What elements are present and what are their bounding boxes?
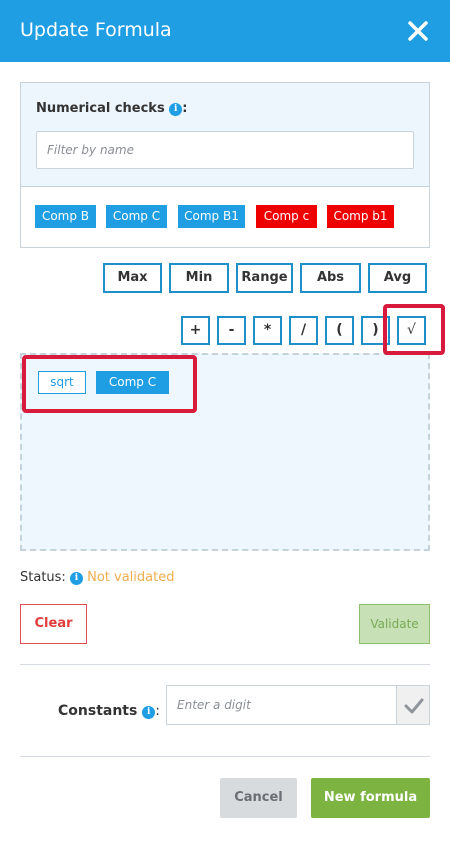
check-chip-comp-c-lower[interactable]: Comp c [256,205,317,228]
check-chip-comp-c[interactable]: Comp C [106,205,167,228]
constants-label: Constants i: [58,703,160,719]
operator-close-paren-button[interactable]: ) [361,316,390,345]
clear-button[interactable]: Clear [20,604,87,644]
add-constant-button[interactable] [396,685,430,725]
formula-token-sqrt[interactable]: sqrt [38,371,86,394]
function-range-button[interactable]: Range [236,263,293,293]
function-max-button[interactable]: Max [103,263,162,293]
numerical-checks-label-text: Numerical checks [36,101,165,116]
new-formula-button[interactable]: New formula [311,778,430,818]
operator-plus-button[interactable]: + [181,316,210,345]
status-label: Status: [20,570,66,585]
filter-by-name-input[interactable] [36,131,414,169]
divider [20,756,430,757]
function-min-button[interactable]: Min [169,263,229,293]
constants-input[interactable] [166,685,396,725]
numerical-checks-search-area: Numerical checks i: [21,83,429,187]
close-icon[interactable] [406,19,430,43]
constants-label-text: Constants [58,703,138,719]
modal-header: Update Formula [0,0,450,62]
operator-divide-button[interactable]: / [289,316,318,345]
formula-editor-area[interactable]: sqrt Comp C [20,353,430,551]
function-abs-button[interactable]: Abs [300,263,361,293]
operator-open-paren-button[interactable]: ( [325,316,354,345]
checkmark-icon [404,698,424,714]
operator-multiply-button[interactable]: * [253,316,282,345]
modal-title: Update Formula [20,19,172,41]
numerical-checks-panel: Numerical checks i: Comp B Comp C Comp B… [20,82,430,248]
status-row: Status: i Not validated [20,570,174,585]
label-colon: : [182,101,188,116]
divider [20,664,430,665]
operator-sqrt-button[interactable]: √ [397,316,426,345]
check-chip-comp-b[interactable]: Comp B [35,205,96,228]
operator-minus-button[interactable]: - [217,316,246,345]
check-chip-comp-b1-lower[interactable]: Comp b1 [327,205,394,228]
numerical-checks-label: Numerical checks i: [36,101,187,116]
status-value: Not validated [87,570,175,585]
info-icon[interactable]: i [142,706,156,719]
info-icon[interactable]: i [69,572,83,585]
cancel-button[interactable]: Cancel [220,778,297,818]
check-chip-comp-b1[interactable]: Comp B1 [178,205,245,228]
info-icon[interactable]: i [169,103,183,116]
function-avg-button[interactable]: Avg [368,263,427,293]
formula-token-comp-c[interactable]: Comp C [96,371,169,394]
label-colon: : [155,703,160,719]
validate-button[interactable]: Validate [359,604,430,644]
